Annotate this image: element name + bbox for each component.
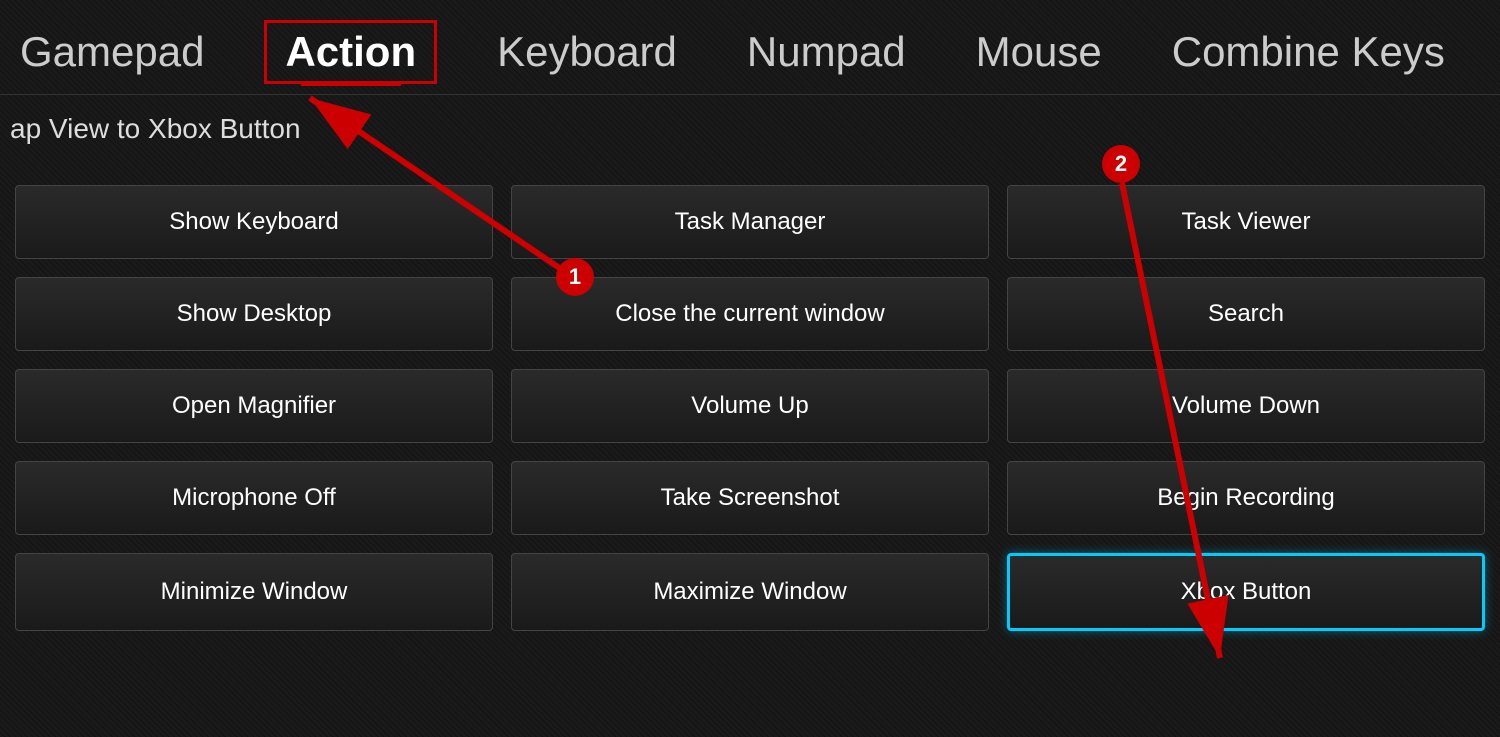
badge-2: 2 [1102, 145, 1140, 183]
tab-gamepad[interactable]: Gamepad [10, 23, 214, 81]
btn-take-screenshot[interactable]: Take Screenshot [511, 461, 989, 535]
btn-task-viewer[interactable]: Task Viewer [1007, 185, 1485, 259]
btn-volume-up[interactable]: Volume Up [511, 369, 989, 443]
btn-search[interactable]: Search [1007, 277, 1485, 351]
subtitle: ap View to Xbox Button [0, 95, 1500, 155]
tab-mouse[interactable]: Mouse [966, 23, 1112, 81]
btn-show-desktop[interactable]: Show Desktop [15, 277, 493, 351]
tab-keyboard[interactable]: Keyboard [487, 23, 687, 81]
btn-microphone-off[interactable]: Microphone Off [15, 461, 493, 535]
btn-minimize-window[interactable]: Minimize Window [15, 553, 493, 631]
tab-combine-keys[interactable]: Combine Keys [1162, 23, 1455, 81]
nav-tabs: Gamepad Action Keyboard Numpad Mouse Com… [0, 0, 1500, 95]
btn-begin-recording[interactable]: Begin Recording [1007, 461, 1485, 535]
badge-1: 1 [556, 258, 594, 296]
tab-numpad[interactable]: Numpad [737, 23, 916, 81]
btn-maximize-window[interactable]: Maximize Window [511, 553, 989, 631]
btn-task-manager[interactable]: Task Manager [511, 185, 989, 259]
button-grid: Show Keyboard Task Manager Task Viewer S… [0, 165, 1500, 651]
btn-show-keyboard[interactable]: Show Keyboard [15, 185, 493, 259]
tab-action[interactable]: Action [264, 20, 437, 84]
btn-volume-down[interactable]: Volume Down [1007, 369, 1485, 443]
btn-open-magnifier[interactable]: Open Magnifier [15, 369, 493, 443]
btn-xbox-button[interactable]: Xbox Button [1007, 553, 1485, 631]
